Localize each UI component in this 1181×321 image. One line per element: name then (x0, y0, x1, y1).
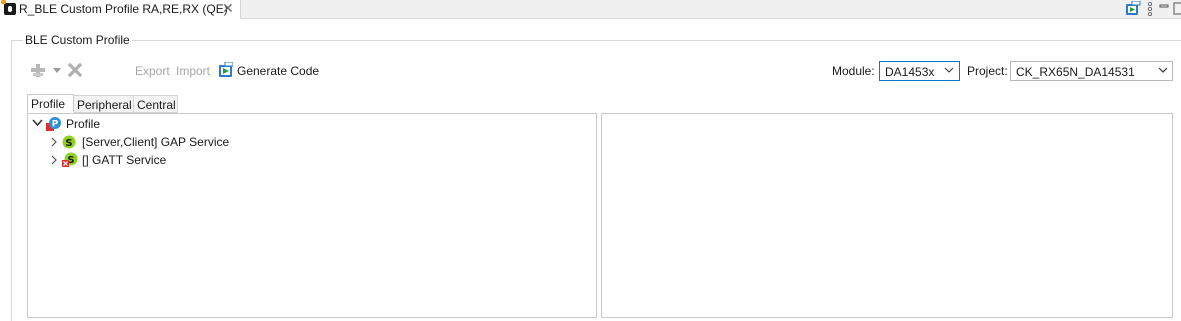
tab-central[interactable]: Central (134, 95, 178, 113)
close-icon[interactable]: ✕ (222, 0, 234, 17)
module-label: Module: (832, 64, 875, 78)
service-error-icon: S (62, 152, 78, 167)
tree-item-label: [Server,Client] GAP Service (82, 135, 230, 149)
project-label: Project: (967, 64, 1008, 78)
triangle-down-icon[interactable] (53, 68, 61, 74)
tree-item-gatt-service[interactable]: S [] GATT Service (48, 152, 348, 168)
import-button[interactable]: Import (176, 64, 210, 78)
svg-text:S: S (65, 138, 72, 149)
svg-text:P: P (52, 120, 59, 130)
detail-pane (601, 113, 1173, 318)
project-select[interactable]: CK_RX65N_DA14531 (1010, 61, 1173, 81)
view-toolbar (1101, 0, 1181, 18)
chevron-down-icon (944, 67, 953, 73)
export-button[interactable]: Export (135, 64, 170, 78)
service-icon: S (62, 135, 76, 149)
editor-tab-title: R_BLE Custom Profile RA,RE,RX (QE) (19, 2, 228, 16)
chevron-right-icon[interactable] (51, 155, 58, 165)
chevron-right-icon[interactable] (51, 137, 58, 147)
view-menu-icon[interactable] (1147, 2, 1153, 16)
tree-item-gap-service[interactable]: S [Server,Client] GAP Service (48, 134, 348, 150)
group-title: BLE Custom Profile (23, 33, 132, 47)
profile-tree[interactable]: P Profile S [Server,Client] GAP Service … (27, 113, 597, 318)
tree-root-profile[interactable]: P Profile (32, 116, 232, 132)
delete-icon[interactable] (68, 63, 82, 77)
generate-code-button[interactable]: Generate Code (237, 64, 319, 78)
generate-code-icon[interactable] (1125, 1, 1141, 16)
project-value: CK_RX65N_DA14531 (1016, 65, 1135, 79)
tab-peripheral[interactable]: Peripheral (74, 95, 134, 113)
qe-editor-icon (1, 0, 16, 15)
tab-profile[interactable]: Profile (27, 94, 74, 113)
tree-root-label: Profile (66, 117, 101, 131)
chevron-down-icon (1158, 67, 1167, 73)
add-icon[interactable] (30, 63, 46, 78)
minimize-icon[interactable] (1159, 4, 1169, 12)
generate-code-icon[interactable] (219, 62, 233, 77)
module-value: DA1453x (885, 65, 935, 79)
chevron-down-icon[interactable] (32, 119, 43, 127)
tree-item-label: [] GATT Service (82, 153, 167, 167)
profile-icon: P (46, 117, 61, 131)
module-select[interactable]: DA1453x (879, 61, 960, 81)
editor-tab[interactable]: R_BLE Custom Profile RA,RE,RX (QE) ✕ (0, 0, 241, 19)
maximize-icon[interactable] (1173, 2, 1181, 15)
